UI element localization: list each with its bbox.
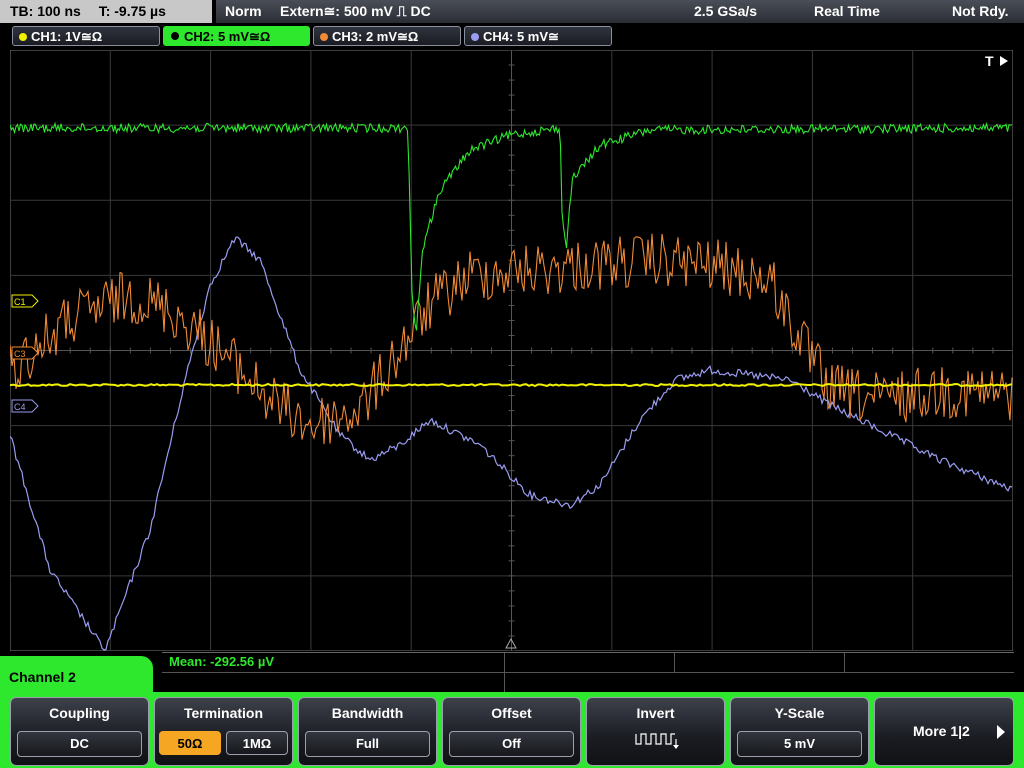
waveform-display[interactable]: C1 C3 C4 T — [10, 50, 1013, 651]
invert-waveform-icon — [635, 733, 679, 749]
offset-value: Off — [449, 731, 574, 757]
channel-tab-3[interactable]: CH3: 2 mV≅Ω — [313, 26, 461, 46]
trigger-source: Extern≅: 500 mV ⎍ DC — [280, 3, 431, 19]
channel-4-marker-label: C4 — [14, 402, 26, 412]
channel-1-marker-label: C1 — [14, 297, 26, 307]
y-scale-softkey[interactable]: Y-Scale 5 mV — [730, 697, 869, 766]
measurement-row — [162, 653, 1014, 673]
invert-softkey[interactable]: Invert — [586, 697, 725, 766]
channel-tab-4[interactable]: CH4: 5 mV≅ — [464, 26, 612, 46]
termination-softkey[interactable]: Termination 50Ω 1MΩ — [154, 697, 293, 766]
mean-measurement[interactable]: Mean: -292.56 µV — [169, 654, 274, 669]
channel-tab-1[interactable]: CH1: 1V≅Ω — [12, 26, 160, 46]
trigger-mode: Norm — [225, 3, 262, 19]
channel-4-label: CH4: 5 mV≅ — [483, 29, 559, 44]
menu-channel-title-text: Channel 2 — [9, 669, 76, 685]
timebase-box[interactable]: TB: 100 ns T: -9.75 µs — [0, 0, 212, 23]
channel-3-marker[interactable]: C3 — [11, 346, 39, 360]
y-scale-value: 5 mV — [737, 731, 862, 757]
bandwidth-value: Full — [305, 731, 430, 757]
offset-title: Offset — [491, 705, 532, 721]
invert-title: Invert — [636, 705, 675, 721]
channel-2-label: CH2: 5 mV≅Ω — [184, 29, 271, 44]
channel-3-label: CH3: 2 mV≅Ω — [332, 29, 419, 44]
channel-4-marker[interactable]: C4 — [11, 399, 39, 413]
offset-softkey[interactable]: Offset Off — [442, 697, 581, 766]
measurement-divider — [844, 653, 845, 672]
termination-title: Termination — [183, 705, 264, 721]
timebase-value: TB: 100 ns — [10, 3, 81, 19]
channel-2-dot — [170, 31, 180, 41]
channel-3-dot — [320, 33, 328, 41]
termination-1mohm-option[interactable]: 1MΩ — [226, 731, 288, 755]
y-scale-title: Y-Scale — [774, 705, 825, 721]
channel-1-dot — [19, 33, 27, 41]
more-label: More 1|2 — [913, 723, 970, 739]
bandwidth-title: Bandwidth — [331, 705, 404, 721]
more-arrow-icon — [997, 725, 1005, 739]
coupling-softkey[interactable]: Coupling DC — [10, 697, 149, 766]
measurement-divider — [674, 653, 675, 672]
channel-1-marker[interactable]: C1 — [11, 294, 39, 308]
channel-3-marker-label: C3 — [14, 349, 26, 359]
trigger-marker-label: T — [985, 53, 994, 69]
channel-1-label: CH1: 1V≅Ω — [31, 29, 103, 44]
bandwidth-softkey[interactable]: Bandwidth Full — [298, 697, 437, 766]
acquisition-mode: Real Time — [814, 3, 880, 19]
coupling-value: DC — [17, 731, 142, 757]
coupling-title: Coupling — [49, 705, 110, 721]
top-bar: TB: 100 ns T: -9.75 µs Norm Extern≅: 500… — [0, 0, 1024, 24]
channel-tab-2[interactable]: CH2: 5 mV≅Ω — [163, 26, 310, 46]
measurement-strip: Mean: -292.56 µV — [162, 652, 1014, 693]
measurement-divider — [504, 653, 505, 693]
channel-4-dot — [471, 33, 479, 41]
trigger-time-value: T: -9.75 µs — [98, 3, 166, 19]
more-softkey[interactable]: More 1|2 — [874, 697, 1014, 766]
channel-tabs: CH1: 1V≅Ω CH2: 5 mV≅Ω CH3: 2 mV≅Ω CH4: 5… — [0, 26, 1024, 48]
termination-50ohm-option[interactable]: 50Ω — [159, 731, 221, 755]
sample-rate: 2.5 GSa/s — [694, 3, 758, 19]
menu-channel-title: Channel 2 — [0, 656, 153, 700]
status-bar[interactable]: Norm Extern≅: 500 mV ⎍ DC 2.5 GSa/s Real… — [216, 0, 1024, 23]
acquisition-state: Not Rdy. — [952, 3, 1009, 19]
